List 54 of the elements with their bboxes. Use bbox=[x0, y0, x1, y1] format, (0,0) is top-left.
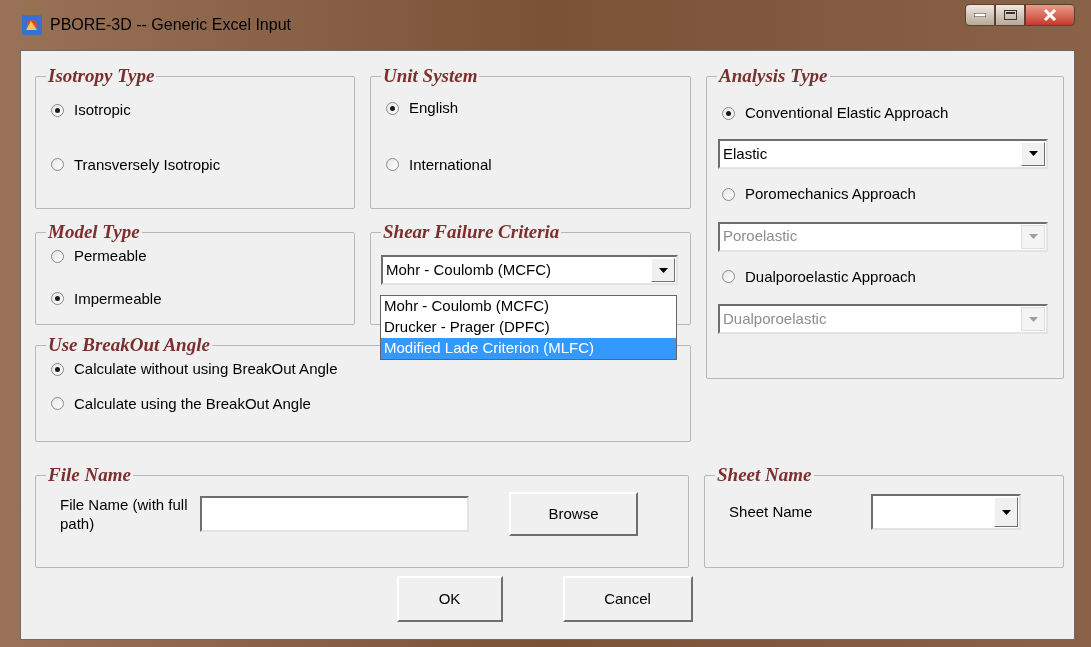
group-title: Shear Failure Criteria bbox=[382, 221, 561, 243]
minimize-button[interactable] bbox=[965, 4, 995, 26]
radio-button[interactable] bbox=[51, 362, 64, 376]
maximize-icon bbox=[1003, 10, 1017, 20]
radio-button[interactable] bbox=[51, 292, 64, 306]
maximize-button[interactable] bbox=[995, 4, 1025, 26]
caret-icon bbox=[1001, 509, 1011, 515]
group-title: Sheet Name bbox=[716, 464, 813, 486]
dropdown-option[interactable]: Drucker - Prager (DPFC) bbox=[381, 317, 676, 338]
browse-button[interactable]: Browse bbox=[509, 492, 638, 536]
group-title: Isotropy Type bbox=[47, 65, 156, 87]
dropdown[interactable]: Elastic bbox=[718, 138, 1048, 169]
dropdown[interactable] bbox=[871, 494, 1022, 530]
field-label: File Name (with full path) bbox=[60, 495, 189, 533]
dropdown-option[interactable]: Mohr - Coulomb (MCFC) bbox=[381, 296, 676, 317]
radio-option[interactable]: Conventional Elastic Approach bbox=[722, 102, 949, 125]
caret-icon bbox=[1028, 234, 1038, 239]
radio-option[interactable]: Transversely Isotropic bbox=[51, 153, 221, 176]
radio-button[interactable] bbox=[722, 187, 735, 201]
dropdown[interactable]: Mohr - Coulomb (MCFC) bbox=[381, 255, 678, 285]
radio-option[interactable]: Poromechanics Approach bbox=[722, 182, 916, 206]
field-label: Sheet Name bbox=[729, 501, 814, 522]
group-title: Use BreakOut Angle bbox=[47, 334, 211, 356]
file-path-field[interactable] bbox=[200, 496, 469, 532]
caret-icon bbox=[1028, 151, 1038, 157]
radio-button[interactable] bbox=[722, 270, 735, 284]
close-button[interactable] bbox=[1025, 4, 1075, 26]
radio-option[interactable]: English bbox=[386, 97, 459, 120]
radio-button[interactable] bbox=[51, 103, 64, 117]
radio-option[interactable]: Isotropic bbox=[51, 99, 131, 122]
radio-button[interactable] bbox=[51, 249, 64, 263]
dialog-button[interactable]: OK bbox=[396, 576, 503, 622]
group-title: File Name bbox=[47, 464, 132, 486]
radio-button[interactable] bbox=[386, 101, 399, 115]
radio-button[interactable] bbox=[51, 158, 64, 172]
window-title: PBORE-3D -- Generic Excel Input bbox=[50, 15, 291, 35]
radio-button[interactable] bbox=[722, 107, 735, 120]
minimize-icon bbox=[974, 13, 986, 17]
radio-option[interactable]: Impermeable bbox=[51, 287, 162, 310]
radio-option[interactable]: International bbox=[386, 153, 492, 176]
app-icon bbox=[22, 15, 42, 35]
radio-option[interactable]: Permeable bbox=[51, 245, 147, 268]
radio-option[interactable]: Calculate without using BreakOut Angle bbox=[51, 358, 338, 381]
group-title: Unit System bbox=[382, 65, 479, 87]
caret-icon bbox=[658, 267, 668, 273]
radio-option[interactable]: Calculate using the BreakOut Angle bbox=[51, 392, 311, 415]
radio-button[interactable] bbox=[386, 158, 399, 172]
caret-icon bbox=[1028, 316, 1038, 322]
close-icon bbox=[1043, 9, 1057, 21]
radio-button[interactable] bbox=[51, 397, 64, 411]
group-title: Analysis Type bbox=[717, 65, 829, 87]
dialog-button[interactable]: Cancel bbox=[562, 576, 693, 622]
group-title: Model Type bbox=[47, 221, 141, 243]
radio-option[interactable]: Dualporoelastic Approach bbox=[722, 265, 916, 288]
